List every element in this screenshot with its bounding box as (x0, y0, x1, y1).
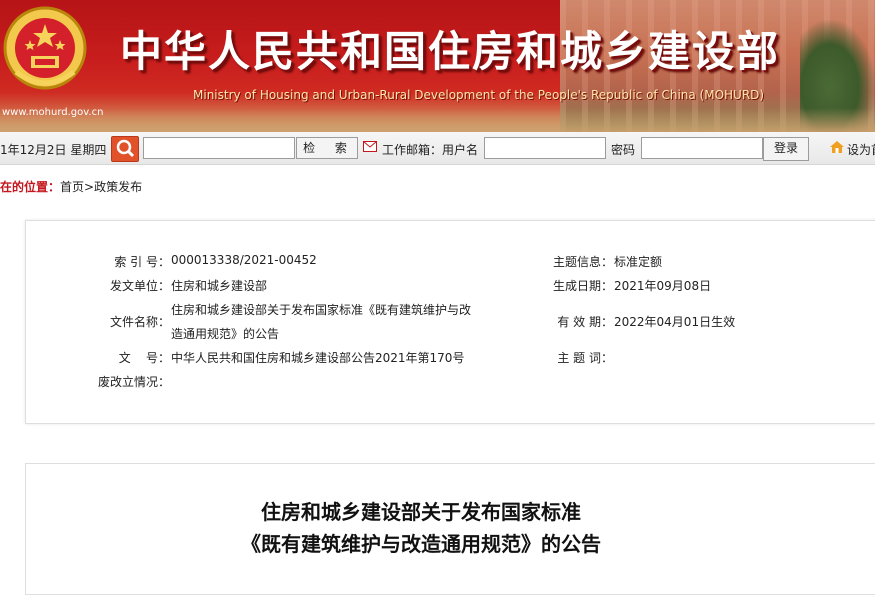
issuer-value: 住房和城乡建设部 (171, 279, 268, 293)
current-date: 1年12月2日 星期四 (0, 143, 107, 157)
username-field[interactable] (484, 137, 606, 159)
site-subtitle: Ministry of Housing and Urban-Rural Deve… (193, 88, 765, 102)
site-title: 中华人民共和国住房和城乡建设部 (120, 27, 781, 76)
search-input[interactable] (143, 137, 295, 159)
validity-value: 2022年04月01日生效 (614, 315, 736, 329)
article-title-line-2: 《既有建筑维护与改造通用规范》的公告 (241, 532, 601, 556)
keywords-label: 主 题 词： (557, 351, 613, 365)
site-url: www.mohurd.gov.cn (2, 107, 104, 118)
article-container: 住房和城乡建设部关于发布国家标准 《既有建筑维护与改造通用规范》的公告 (25, 463, 875, 595)
topic-value: 标准定额 (614, 255, 663, 269)
password-label: 密码 (611, 143, 636, 157)
home-icon[interactable] (830, 141, 844, 153)
breadcrumb-lead: 在的位置： (0, 180, 61, 194)
repeal-status-label: 废改立情况： (97, 375, 170, 389)
set-homepage-link[interactable]: 设为首 (847, 141, 875, 158)
breadcrumb-separator: > (84, 180, 95, 194)
password-field[interactable] (641, 137, 763, 159)
docno-value: 中华人民共和国住房和城乡建设部公告2021年第170号 (171, 351, 465, 365)
breadcrumb-current[interactable]: 政策发布 (94, 180, 142, 194)
document-info-panel: 索 引 号： 000013338/2021-00452 主题信息： 标准定额 发… (25, 220, 875, 424)
envelope-icon (363, 141, 377, 152)
search-button[interactable]: 检 索 (296, 137, 358, 159)
national-emblem-icon[interactable] (2, 2, 88, 98)
site-banner: www.mohurd.gov.cn 中华人民共和国住房和城乡建设部 Minist… (0, 0, 875, 132)
filename-line-1: 住房和城乡建设部关于发布国家标准《既有建筑维护与改 (171, 303, 472, 317)
validity-label: 有 效 期： (557, 315, 613, 329)
docno-label: 文 号： (118, 351, 170, 365)
index-label: 索 引 号： (114, 255, 170, 269)
breadcrumb: 在的位置：首页>政策发布 (0, 178, 142, 195)
magnifier-icon[interactable] (111, 136, 139, 162)
filename-label: 文件名称： (109, 315, 170, 329)
article-title-line-1: 住房和城乡建设部关于发布国家标准 (261, 500, 581, 524)
created-date-value: 2021年09月08日 (614, 279, 712, 293)
created-date-label: 生成日期： (552, 279, 613, 293)
topic-label: 主题信息： (552, 255, 613, 269)
filename-line-2: 造通用规范》的公告 (171, 327, 280, 341)
issuer-label: 发文单位： (109, 279, 170, 293)
mail-username-label: 工作邮箱：用户名 (382, 143, 479, 157)
login-button[interactable]: 登录 (763, 137, 809, 161)
top-toolbar: 1年12月2日 星期四 检 索 工作邮箱：用户名 密码 登录 设为首 (0, 132, 875, 165)
breadcrumb-home[interactable]: 首页 (60, 180, 84, 194)
banner-ground (0, 108, 875, 132)
index-value: 000013338/2021-00452 (171, 253, 317, 267)
